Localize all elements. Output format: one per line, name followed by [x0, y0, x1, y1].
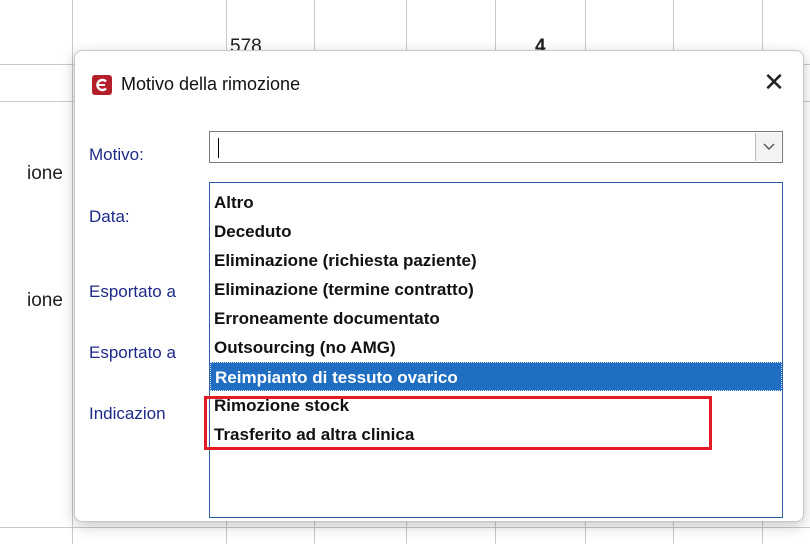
- option-outsourcing[interactable]: Outsourcing (no AMG): [210, 333, 782, 362]
- motivo-label: Motivo:: [89, 145, 144, 164]
- grid-line: [0, 527, 810, 528]
- text-caret: [218, 138, 219, 158]
- dialog-title: Motivo della rimozione: [121, 74, 301, 94]
- indications-label: Indicazion: [89, 404, 166, 423]
- removal-reason-dialog: Motivo della rimozione ✕ Motivo: Data: E…: [74, 50, 804, 522]
- app-logo-icon: [92, 75, 112, 95]
- motivo-dropdown-list: Altro Deceduto Eliminazione (richiesta p…: [209, 182, 783, 518]
- exported-label-1: Esportato a: [89, 282, 176, 301]
- dropdown-button[interactable]: [755, 133, 781, 161]
- option-eliminazione-termine[interactable]: Eliminazione (termine contratto): [210, 275, 782, 304]
- row-label: ione: [27, 290, 63, 311]
- data-label: Data:: [89, 207, 130, 226]
- option-altro[interactable]: Altro: [210, 188, 782, 217]
- grid-line: [72, 0, 73, 544]
- option-reimpianto-selected[interactable]: Reimpianto di tessuto ovarico: [210, 362, 782, 391]
- annotation-highlight-box: [204, 396, 712, 450]
- exported-label-2: Esportato a: [89, 343, 176, 362]
- option-eliminazione-richiesta[interactable]: Eliminazione (richiesta paziente): [210, 246, 782, 275]
- row-label: ione: [27, 163, 63, 184]
- chevron-down-icon: [763, 143, 775, 150]
- dialog-titlebar[interactable]: Motivo della rimozione ✕: [75, 51, 803, 113]
- motivo-combobox[interactable]: [209, 131, 783, 163]
- option-erroneamente-documentato[interactable]: Erroneamente documentato: [210, 304, 782, 333]
- close-icon[interactable]: ✕: [759, 67, 789, 97]
- option-deceduto[interactable]: Deceduto: [210, 217, 782, 246]
